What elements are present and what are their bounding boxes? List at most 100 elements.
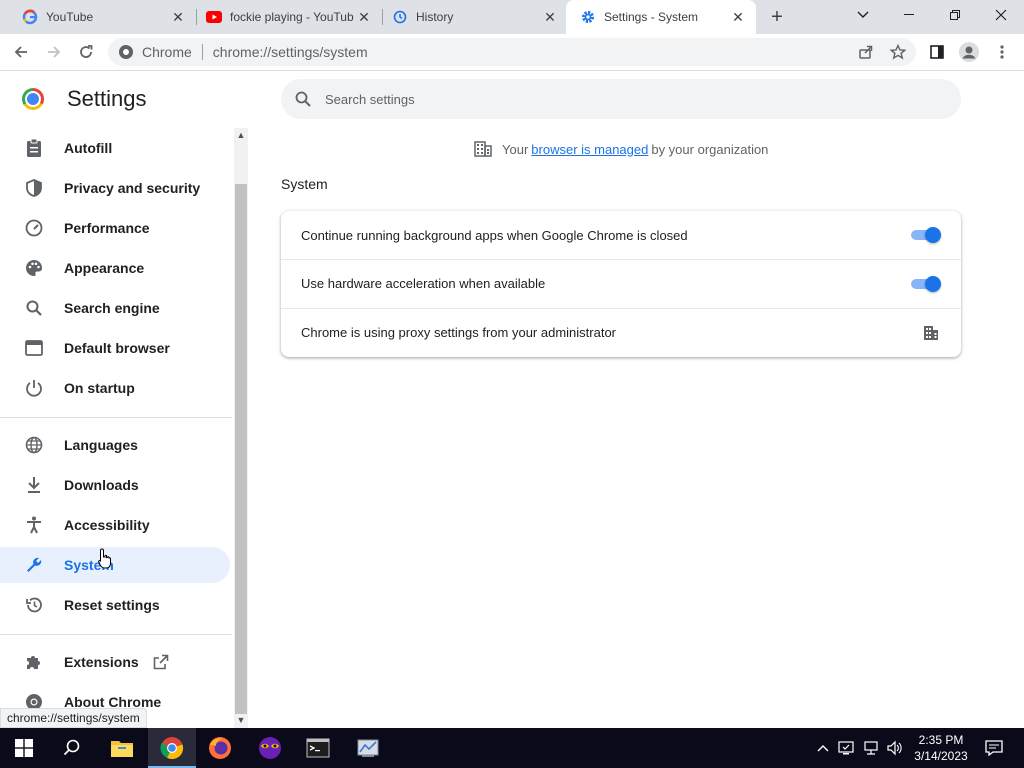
sidebar-item-reset-settings[interactable]: Reset settings — [0, 587, 230, 623]
omnibox-divider — [201, 44, 203, 60]
sidebar-item-privacy[interactable]: Privacy and security — [0, 170, 230, 206]
setting-label: Continue running background apps when Go… — [301, 227, 688, 243]
sidebar-item-system[interactable]: System — [0, 547, 230, 583]
chrome-logo-icon — [22, 88, 44, 110]
media-app-icon[interactable] — [246, 728, 294, 768]
tab-title: fockie playing - YouTub — [230, 10, 354, 24]
terminal-icon[interactable] — [294, 728, 342, 768]
windows-taskbar: 2:35 PM 3/14/2023 — [0, 728, 1024, 768]
close-tab-icon[interactable]: ✕ — [730, 9, 746, 25]
notification-center-icon[interactable] — [980, 728, 1008, 768]
clock-time: 2:35 PM — [918, 733, 964, 747]
enterprise-building-icon — [923, 325, 939, 341]
address-bar[interactable]: Chrome chrome://settings/system — [108, 38, 916, 66]
status-url-bubble: chrome://settings/system — [0, 708, 147, 728]
taskbar-search-icon[interactable] — [48, 728, 96, 768]
google-g-icon — [22, 9, 38, 25]
tab-settings-system[interactable]: Settings - System ✕ — [566, 0, 756, 34]
firefox-icon[interactable] — [196, 728, 244, 768]
sidebar-item-extensions[interactable]: Extensions — [0, 644, 230, 680]
sidebar-item-label: Downloads — [64, 477, 139, 493]
setting-label: Chrome is using proxy settings from your… — [301, 325, 617, 340]
sidebar-item-label: Privacy and security — [64, 180, 201, 196]
sidebar-item-label: Autofill — [64, 140, 113, 156]
sidebar-item-label: On startup — [64, 380, 135, 396]
managed-prefix: Your — [502, 141, 529, 157]
chrome-taskbar-icon[interactable] — [148, 728, 196, 768]
bookmark-star-icon[interactable] — [890, 44, 906, 60]
sidebar-item-autofill[interactable]: Autofill — [0, 130, 230, 166]
restore-button[interactable] — [932, 0, 978, 30]
settings-title: Settings — [67, 86, 147, 111]
kebab-menu-icon[interactable] — [988, 38, 1016, 66]
enterprise-building-icon — [474, 141, 492, 157]
reset-history-icon — [24, 595, 44, 615]
tab-history[interactable]: History ✕ — [370, 0, 568, 34]
ethernet-icon[interactable] — [860, 728, 882, 768]
sidebar-item-label: Search engine — [64, 300, 160, 316]
hand-pointer-cursor-icon — [98, 548, 111, 569]
clipboard-icon — [24, 138, 44, 158]
sidebar-item-appearance[interactable]: Appearance — [0, 250, 230, 286]
sidebar-item-on-startup[interactable]: On startup — [0, 370, 230, 406]
windows-start-icon[interactable] — [0, 728, 48, 768]
tab-fockie-playing[interactable]: fockie playing - YouTub ✕ — [184, 0, 382, 34]
control-panel-icon[interactable] — [344, 728, 392, 768]
puzzle-icon — [24, 652, 44, 672]
sidebar-scroll-thumb[interactable] — [235, 184, 247, 714]
new-tab-button[interactable]: + — [766, 6, 788, 28]
sidebar-item-search-engine[interactable]: Search engine — [0, 290, 230, 326]
tab-search-chevron-icon[interactable] — [840, 0, 886, 30]
back-button[interactable] — [7, 38, 35, 66]
tray-overflow-chevron-icon[interactable] — [814, 728, 832, 768]
scroll-up-arrow-icon[interactable]: ▲ — [234, 128, 248, 142]
side-panel-icon[interactable] — [923, 38, 951, 66]
taskbar-clock[interactable]: 2:35 PM 3/14/2023 — [906, 732, 976, 764]
accessibility-icon — [24, 515, 44, 535]
wrench-icon — [24, 555, 44, 575]
reload-button[interactable] — [72, 38, 100, 66]
setting-row-proxy[interactable]: Chrome is using proxy settings from your… — [281, 308, 961, 356]
sidebar-item-accessibility[interactable]: Accessibility — [0, 507, 230, 543]
minimize-button[interactable] — [886, 0, 932, 30]
file-explorer-icon[interactable] — [98, 728, 146, 768]
search-icon — [24, 298, 44, 318]
volume-icon[interactable] — [884, 728, 904, 768]
browser-managed-link[interactable]: browser is managed — [531, 142, 648, 157]
setting-row-background-apps[interactable]: Continue running background apps when Go… — [281, 211, 961, 259]
clock-date: 3/14/2023 — [914, 749, 968, 763]
scroll-down-arrow-icon[interactable]: ▼ — [234, 713, 248, 727]
profile-avatar-icon[interactable] — [955, 38, 983, 66]
hardware-acceleration-toggle[interactable] — [909, 276, 941, 292]
setting-row-hardware-acceleration[interactable]: Use hardware acceleration when available — [281, 259, 961, 307]
browser-window-icon — [24, 338, 44, 358]
shield-icon — [24, 178, 44, 198]
system-settings-card: Continue running background apps when Go… — [281, 211, 961, 357]
search-settings-field[interactable]: Search settings — [281, 79, 961, 119]
sidebar-item-languages[interactable]: Languages — [0, 427, 230, 463]
sidebar-item-label: Languages — [64, 437, 138, 453]
tab-title: YouTube — [46, 10, 94, 24]
sidebar-item-performance[interactable]: Performance — [0, 210, 230, 246]
search-icon — [295, 91, 311, 107]
forward-button[interactable] — [40, 38, 68, 66]
background-apps-toggle[interactable] — [909, 227, 941, 243]
share-icon[interactable] — [858, 44, 874, 60]
tab-title: History — [416, 10, 454, 24]
close-tab-icon[interactable]: ✕ — [542, 9, 558, 25]
globe-icon — [24, 435, 44, 455]
settings-gear-icon — [580, 9, 596, 25]
download-icon — [24, 475, 44, 495]
sidebar-item-downloads[interactable]: Downloads — [0, 467, 230, 503]
sidebar-item-label: Default browser — [64, 340, 170, 356]
toggle-knob — [925, 276, 941, 292]
toggle-knob — [925, 227, 941, 243]
open-in-new-icon — [153, 654, 169, 670]
chrome-site-icon — [118, 44, 134, 60]
network-status-icon[interactable] — [836, 728, 856, 768]
sidebar-divider — [0, 634, 232, 635]
close-window-button[interactable] — [978, 0, 1024, 30]
url-text[interactable]: chrome://settings/system — [213, 44, 368, 60]
sidebar-item-default-browser[interactable]: Default browser — [0, 330, 230, 366]
tab-youtube[interactable]: YouTube ✕ — [0, 0, 196, 34]
